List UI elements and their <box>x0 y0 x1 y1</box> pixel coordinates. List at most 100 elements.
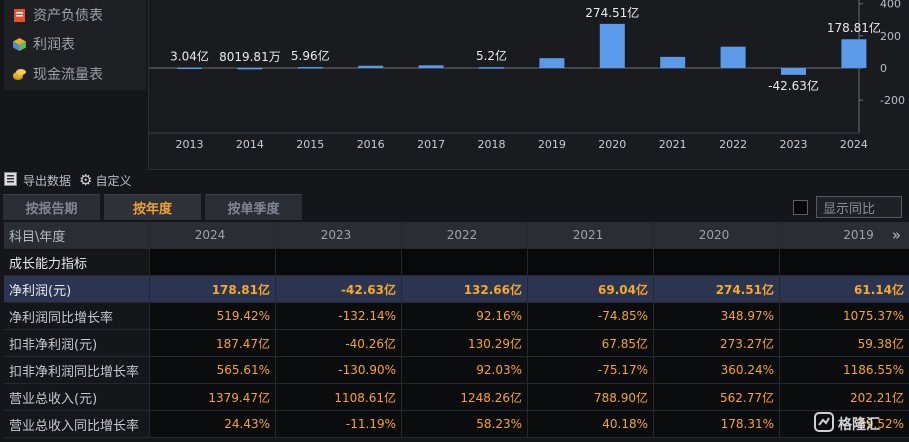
table-row[interactable]: 扣非净利润(元) 187.47亿 -40.26亿 130.29亿 67.85亿 273.2… <box>4 330 909 357</box>
row-value: 61.14亿 <box>779 276 909 302</box>
export-label: 导出数据 <box>23 173 72 188</box>
header-year[interactable]: 2021 <box>527 222 653 248</box>
bar <box>177 67 202 70</box>
sidebar-item-income-statement[interactable]: 利润表 <box>12 32 75 56</box>
sidebar-item-balance-sheet[interactable]: 资产负债表 <box>12 3 103 27</box>
header-label: 科目\年度 <box>9 229 66 245</box>
empty-cell <box>779 249 909 275</box>
sidebar-item-cash-flow[interactable]: 现金流量表 <box>12 62 103 86</box>
header-year: 2019 <box>843 228 874 242</box>
bar <box>599 23 625 68</box>
row-value: 1379.47亿 <box>149 384 275 410</box>
row-label: 净利润(元) <box>9 283 72 299</box>
table-row[interactable]: 扣非净利润同比增长率 565.61% -130.90% 92.03% -75.17% 36… <box>4 357 909 384</box>
watermark-logo-icon <box>814 412 834 436</box>
header-year[interactable]: 2024 <box>149 222 275 248</box>
y-tick-label: -200 <box>880 94 905 107</box>
header-year[interactable]: 2022 <box>401 222 527 248</box>
table-row[interactable]: 净利润同比增长率 519.42% -132.14% 92.16% -74.85% 348.… <box>4 303 909 330</box>
period-tabs: 按报告期 按年度 按单季度 <box>3 194 302 220</box>
data-label: 8019.81万 <box>219 50 281 64</box>
section-row: 成长能力指标 <box>4 249 909 276</box>
row-value: 565.61% <box>149 357 275 383</box>
row-value: 132.66亿 <box>401 276 527 302</box>
x-tick-label: 2014 <box>236 138 264 151</box>
row-value: 202.21亿 <box>779 384 909 410</box>
data-label: -42.63亿 <box>768 78 819 93</box>
empty-cell <box>527 249 653 275</box>
header-year[interactable]: 2023 <box>275 222 401 248</box>
y-tick-label: 0 <box>880 62 887 75</box>
data-label: 5.2亿 <box>476 48 507 63</box>
sidebar-item-label: 利润表 <box>33 37 75 53</box>
row-value: 59.38亿 <box>779 330 909 356</box>
row-label: 营业总收入(元) <box>4 384 149 410</box>
row-label: 扣非净利润同比增长率 <box>4 357 149 383</box>
data-label: 274.51亿 <box>585 5 639 20</box>
cube-icon <box>12 37 27 52</box>
data-label: 5.96亿 <box>291 48 330 63</box>
empty-cell <box>401 249 527 275</box>
bar <box>720 46 746 68</box>
row-value: 67.85亿 <box>527 330 653 356</box>
row-value: 1248.26亿 <box>401 384 527 410</box>
double-chevron-right-icon[interactable]: » <box>892 226 901 244</box>
x-tick-label: 2019 <box>538 138 566 151</box>
row-value: 274.51亿 <box>653 276 779 302</box>
row-value: 788.90亿 <box>527 384 653 410</box>
table-row[interactable]: 净利润(元) 178.81亿 -42.63亿 132.66亿 69.04亿 274.51亿… <box>4 276 909 303</box>
y-tick-label: 400 <box>880 0 901 11</box>
tab-by-year[interactable]: 按年度 <box>104 194 201 220</box>
table-row[interactable]: 营业总收入(元) 1379.47亿 1108.61亿 1248.26亿 788.90亿 5… <box>4 384 909 411</box>
bar <box>358 65 384 68</box>
row-value: 519.42% <box>149 303 275 329</box>
customize-button[interactable]: ⚙ 自定义 <box>79 171 131 189</box>
sidebar-item-label: 资产负债表 <box>33 8 103 24</box>
row-value: 130.29亿 <box>401 330 527 356</box>
row-value: 187.47亿 <box>149 330 275 356</box>
x-tick-label: 2020 <box>598 138 626 151</box>
row-value: 40.18% <box>527 411 653 437</box>
empty-cell <box>149 249 275 275</box>
bar <box>841 39 867 68</box>
bar <box>418 65 444 68</box>
row-value: -74.85% <box>527 303 653 329</box>
row-value: 360.24% <box>653 357 779 383</box>
table-body: 净利润(元) 178.81亿 -42.63亿 132.66亿 69.04亿 274.51亿… <box>4 276 909 438</box>
empty-cell <box>653 249 779 275</box>
row-label: 扣非净利润(元) <box>4 330 149 356</box>
sidebar-item-label: 现金流量表 <box>33 67 103 83</box>
net-profit-chart: 400 200 0 -200 2013 3.04亿 2014 8019.81万 2015 5.96… <box>148 0 909 170</box>
tab-by-report-period[interactable]: 按报告期 <box>3 194 100 220</box>
table-header-row: 科目\年度 2024 2023 2022 2021 2020 2019 » <box>4 222 909 249</box>
x-tick-label: 2016 <box>357 138 385 151</box>
row-value: 92.16% <box>401 303 527 329</box>
yoy-checkbox[interactable] <box>793 199 808 215</box>
yoy-toggle-group: 显示同比 <box>793 196 902 218</box>
section-label: 成长能力指标 <box>4 249 149 275</box>
row-value: 178.81亿 <box>149 276 275 302</box>
y-tick-label: 200 <box>880 30 901 43</box>
row-label: 净利润同比增长率 <box>4 303 149 329</box>
show-yoy-button[interactable]: 显示同比 <box>816 196 902 218</box>
row-value: -132.14% <box>275 303 401 329</box>
bar <box>297 67 323 69</box>
export-data-button[interactable]: 导出数据 <box>4 171 72 189</box>
bar <box>539 58 565 68</box>
table-row[interactable]: 营业总收入同比增长率 24.43% -11.19% 58.23% 40.18% 178.3… <box>4 411 909 438</box>
header-year[interactable]: 2020 <box>653 222 779 248</box>
header-year-last[interactable]: 2019 » <box>779 222 909 248</box>
row-label: 营业总收入同比增长率 <box>4 411 149 437</box>
row-value: 562.77亿 <box>653 384 779 410</box>
financial-table: 科目\年度 2024 2023 2022 2021 2020 2019 » 成长… <box>4 222 909 438</box>
row-value: 58.23% <box>401 411 527 437</box>
export-icon <box>4 171 20 189</box>
bar <box>479 67 504 69</box>
row-value: -40.26亿 <box>275 330 401 356</box>
x-tick-label: 2023 <box>780 138 808 151</box>
watermark-text: 格隆汇 <box>838 417 880 433</box>
tab-by-quarter[interactable]: 按单季度 <box>205 194 302 220</box>
watermark: 格隆汇 <box>814 412 880 436</box>
row-value: -42.63亿 <box>275 276 401 302</box>
bar <box>660 56 686 68</box>
